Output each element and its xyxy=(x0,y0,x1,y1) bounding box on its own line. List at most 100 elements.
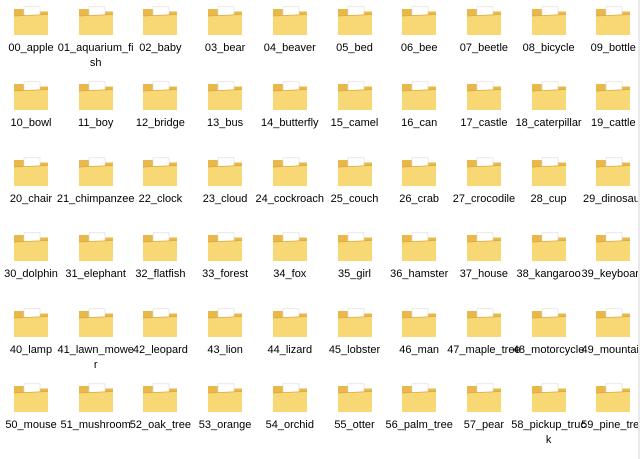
folder-item[interactable]: 14_butterfly xyxy=(259,81,321,155)
folder-label: 59_pine_tree xyxy=(581,419,640,431)
folder-item[interactable]: 43_lion xyxy=(194,308,256,382)
folder-icon xyxy=(272,383,308,413)
folder-icon xyxy=(595,81,631,111)
folder-item[interactable]: 48_motorcycle xyxy=(513,308,584,382)
folder-item[interactable]: 23_cloud xyxy=(194,157,256,231)
folder-item[interactable]: 28_cup xyxy=(518,157,580,231)
folder-icon xyxy=(272,232,308,262)
folder-item[interactable]: 42_leopard xyxy=(129,308,191,382)
folder-icon xyxy=(595,383,631,413)
folder-icon xyxy=(272,81,308,111)
folder-icon xyxy=(13,232,49,262)
folder-icon xyxy=(337,6,373,36)
folder-icon xyxy=(466,383,502,413)
folder-item[interactable]: 47_maple_tree xyxy=(447,308,521,382)
folder-icon xyxy=(401,157,437,187)
folder-label: 49_mountain xyxy=(581,343,640,356)
folder-item[interactable]: 21_chimpanzee xyxy=(57,157,135,231)
folder-item[interactable]: 16_can xyxy=(388,81,450,155)
folder-item[interactable]: 25_couch xyxy=(324,157,386,231)
folder-label: 29_dinosaur xyxy=(583,192,640,205)
folder-item[interactable]: 00_apple xyxy=(0,6,62,80)
folder-icon xyxy=(337,383,373,413)
folder-icon xyxy=(207,6,243,36)
folder-icon xyxy=(142,308,178,338)
folder-item[interactable]: 29_dinosaur xyxy=(582,157,640,231)
folder-item[interactable]: 31_elephant xyxy=(65,232,127,306)
folder-item[interactable]: 06_bee xyxy=(388,6,450,80)
folder-item[interactable]: 45_lobster xyxy=(324,308,386,382)
folder-item[interactable]: 46_man xyxy=(388,308,450,382)
folder-item[interactable]: 07_beetle xyxy=(453,6,515,80)
folder-item[interactable]: 04_beaver xyxy=(259,6,321,80)
folder-item[interactable]: 55_otter xyxy=(324,383,386,457)
folder-item[interactable]: 22_clock xyxy=(129,157,191,231)
folder-item[interactable]: 11_boy xyxy=(65,81,127,155)
folder-icon xyxy=(78,81,114,111)
folder-item[interactable]: 32_flatfish xyxy=(129,232,191,306)
folder-item[interactable]: 17_castle xyxy=(453,81,515,155)
folder-item[interactable]: 27_crocodile xyxy=(453,157,515,231)
folder-item[interactable]: 19_cattle xyxy=(582,81,640,155)
folder-item[interactable]: 36_hamster xyxy=(388,232,450,306)
folder-item[interactable]: 26_crab xyxy=(388,157,450,231)
folder-icon xyxy=(207,81,243,111)
folder-icon xyxy=(466,232,502,262)
folder-item[interactable]: 37_house xyxy=(453,232,515,306)
folder-item[interactable]: 09_bottle xyxy=(582,6,640,80)
folder-icon xyxy=(595,157,631,187)
folder-item[interactable]: 59_pine_tree xyxy=(581,383,640,457)
folder-icon xyxy=(337,308,373,338)
folder-item[interactable]: 05_bed xyxy=(324,6,386,80)
folder-item[interactable]: 54_orchid xyxy=(259,383,321,457)
folder-icon xyxy=(13,383,49,413)
folder-icon xyxy=(78,308,114,338)
folder-icon xyxy=(78,232,114,262)
folder-item[interactable]: 57_pear xyxy=(453,383,515,457)
folder-item[interactable]: 38_kangaroo xyxy=(516,232,581,306)
folder-item[interactable]: 02_baby xyxy=(129,6,191,80)
folder-icon xyxy=(272,308,308,338)
folder-item[interactable]: 51_mushroom xyxy=(61,383,131,457)
folder-item[interactable]: 01_aquarium_fish xyxy=(58,6,134,80)
folder-item[interactable]: 56_palm_tree xyxy=(386,383,453,457)
folder-item[interactable]: 34_fox xyxy=(259,232,321,306)
folder-icon xyxy=(401,383,437,413)
folder-item[interactable]: 33_forest xyxy=(194,232,256,306)
folder-item[interactable]: 13_bus xyxy=(194,81,256,155)
folder-icon xyxy=(207,232,243,262)
folder-item[interactable]: 35_girl xyxy=(324,232,386,306)
folder-icon xyxy=(595,6,631,36)
folder-icon xyxy=(13,81,49,111)
folder-icon xyxy=(531,232,567,262)
folder-icon xyxy=(595,308,631,338)
folder-icon xyxy=(401,232,437,262)
folder-item[interactable]: 53_orange xyxy=(194,383,256,457)
folder-item[interactable]: 40_lamp xyxy=(0,308,62,382)
folder-label: 39_keyboard xyxy=(581,268,640,281)
folder-item[interactable]: 49_mountain xyxy=(581,308,640,382)
folder-item[interactable]: 08_bicycle xyxy=(518,6,580,80)
folder-item[interactable]: 18_caterpillar xyxy=(516,81,582,155)
folder-item[interactable]: 30_dolphin xyxy=(0,232,62,306)
folder-icon xyxy=(337,157,373,187)
folder-item[interactable]: 58_pickup_truck xyxy=(511,383,586,457)
folder-label: 09_bottle xyxy=(590,42,636,54)
folder-icon xyxy=(142,383,178,413)
folder-item[interactable]: 15_camel xyxy=(324,81,386,155)
folder-icon xyxy=(531,6,567,36)
folder-item[interactable]: 52_oak_tree xyxy=(129,383,191,457)
folder-icon xyxy=(142,81,178,111)
folder-icon xyxy=(13,308,49,338)
folder-item[interactable]: 20_chair xyxy=(0,157,62,231)
folder-item[interactable]: 24_cockroach xyxy=(256,157,324,231)
folder-item[interactable]: 03_bear xyxy=(194,6,256,80)
folder-icon xyxy=(466,308,502,338)
folder-item[interactable]: 44_lizard xyxy=(259,308,321,382)
folder-item[interactable]: 41_lawn_mower xyxy=(57,308,134,382)
folder-item[interactable]: 10_bowl xyxy=(0,81,62,155)
folder-icon xyxy=(401,6,437,36)
folder-item[interactable]: 12_bridge xyxy=(129,81,191,155)
folder-item[interactable]: 50_mouse xyxy=(0,383,62,457)
folder-item[interactable]: 39_keyboard xyxy=(581,232,640,306)
